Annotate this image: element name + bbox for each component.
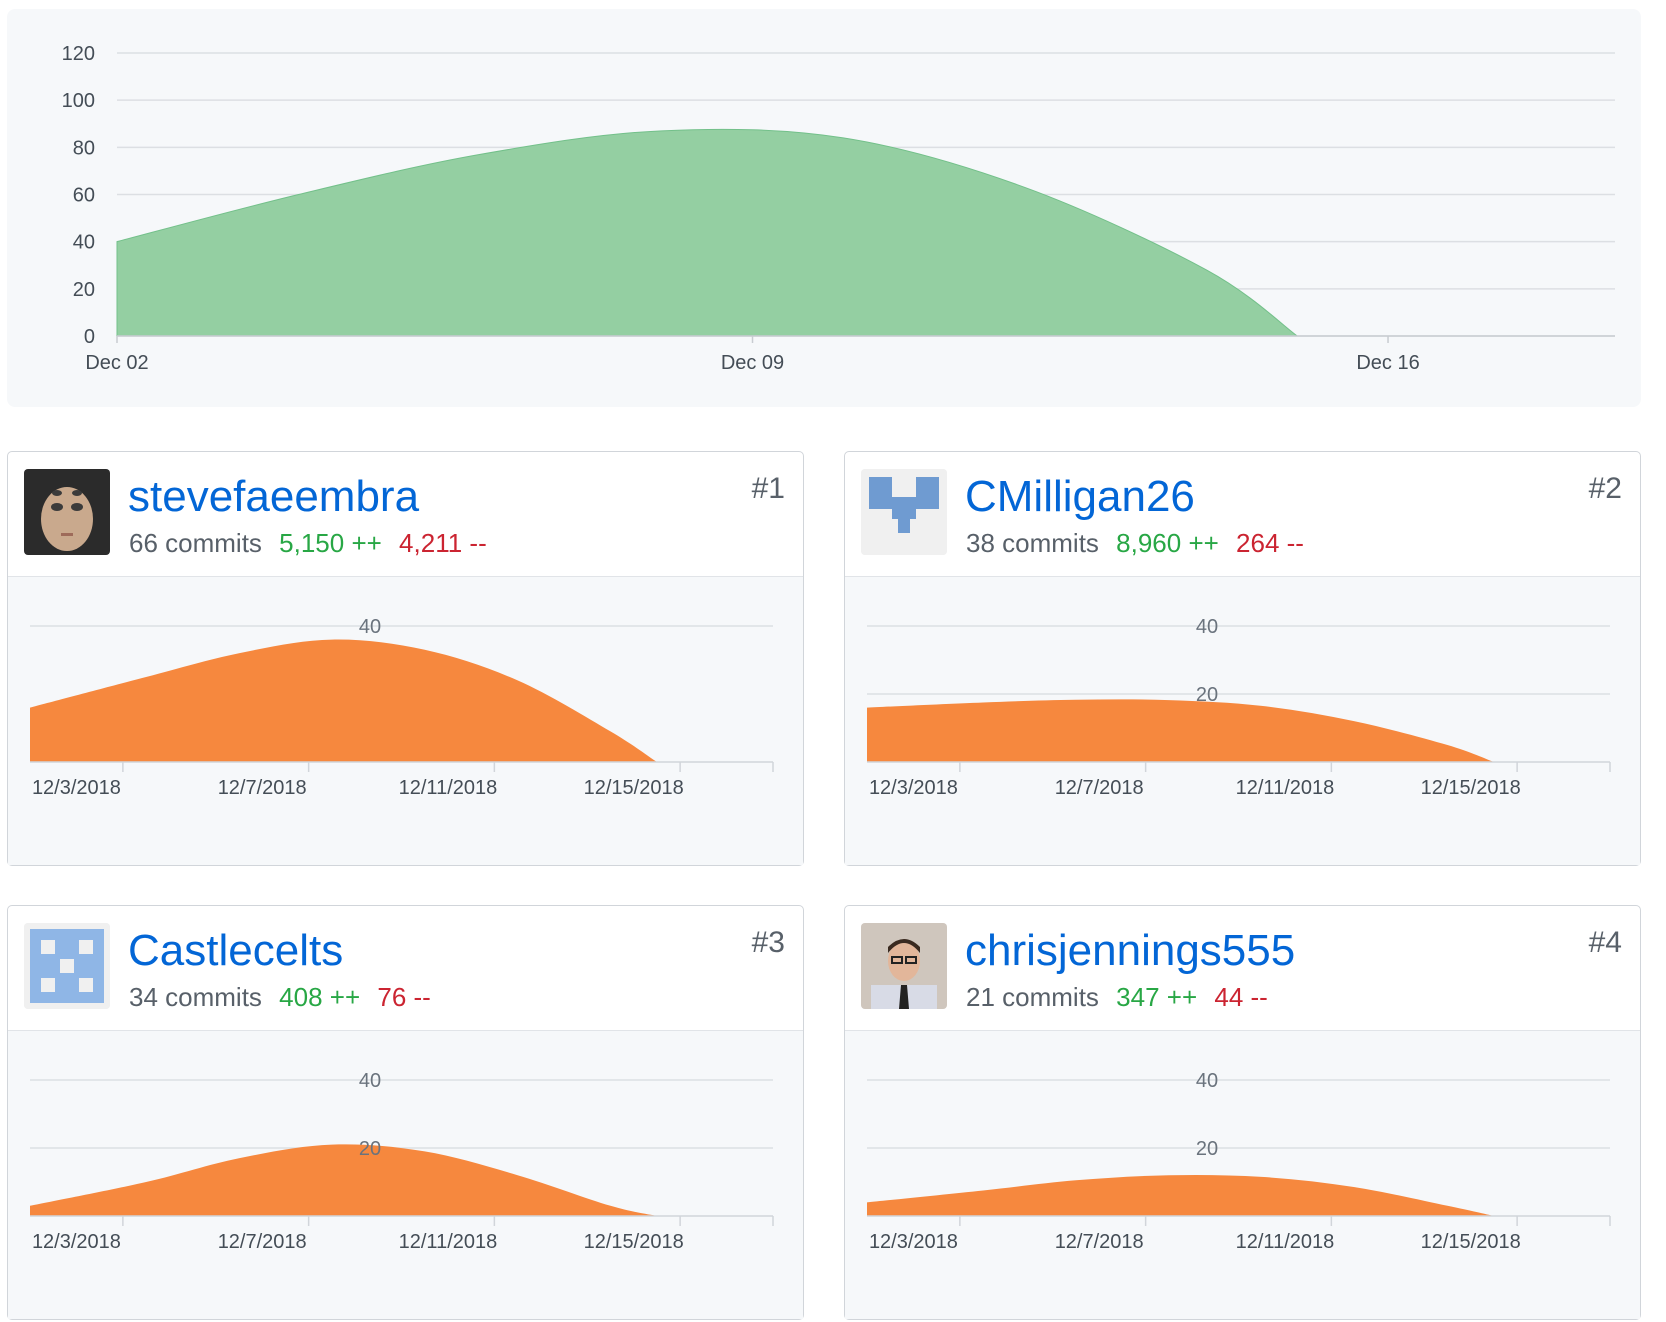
x-tick-label: 12/11/2018 bbox=[399, 1231, 498, 1253]
overview-chart-svg: 0 20 40 60 80 100 120 Dec 02 Dec 09 Dec 16 bbox=[62, 43, 1615, 374]
contributor-card-header: Castlecelts 34 commits 408 ++ 76 -- #3 bbox=[8, 906, 803, 1031]
contributor-username-link[interactable]: stevefaeembra bbox=[128, 472, 419, 522]
contributor-username-link[interactable]: CMilligan26 bbox=[965, 472, 1195, 522]
portrait-avatar-icon bbox=[861, 923, 947, 1009]
y-tick-label: 40 bbox=[1196, 1070, 1218, 1092]
area-series bbox=[867, 1174, 1494, 1216]
y-tick-label: 60 bbox=[73, 185, 95, 207]
contributor-chart: 20 40 12/3/2018 12/7/2018 12/11/2018 12/15/20… bbox=[845, 577, 1640, 865]
x-tick-label: 12/7/2018 bbox=[1055, 777, 1144, 799]
y-tick-label: 100 bbox=[62, 90, 95, 112]
deletions-count: 264 -- bbox=[1236, 528, 1304, 558]
contributor-rank: #1 bbox=[751, 472, 785, 505]
area-series bbox=[116, 128, 1299, 337]
commit-count[interactable]: 34 commits bbox=[129, 982, 262, 1012]
area-series bbox=[867, 699, 1494, 762]
contributor-card-4: chrisjennings555 21 commits 347 ++ 44 --… bbox=[844, 905, 1641, 1320]
x-tick-label: 12/3/2018 bbox=[869, 777, 958, 799]
x-tick-label: 12/7/2018 bbox=[218, 777, 307, 799]
contributor-card-1: stevefaeembra 66 commits 5,150 ++ 4,211 … bbox=[7, 451, 804, 866]
identicon-avatar-icon bbox=[861, 469, 947, 555]
x-tick-label: Dec 16 bbox=[1356, 352, 1419, 374]
additions-count: 408 ++ bbox=[279, 982, 361, 1012]
y-tick-label: 20 bbox=[359, 1138, 381, 1160]
avatar[interactable] bbox=[861, 469, 947, 555]
x-tick-label: 12/15/2018 bbox=[584, 1231, 684, 1253]
contributor-chart: 20 40 12/3/2018 12/7/2018 12/11/2018 12/15/20… bbox=[8, 1031, 803, 1319]
y-tick-label: 80 bbox=[73, 137, 95, 159]
portrait-avatar-icon bbox=[24, 469, 110, 555]
contributor-chart-svg: 40 12/3/2018 12/7/2018 12/11/2018 12/15/2018 bbox=[30, 616, 774, 799]
x-tick-label: 12/3/2018 bbox=[32, 1231, 121, 1253]
x-tick-label: 12/3/2018 bbox=[869, 1231, 958, 1253]
contributor-stats: 38 commits 8,960 ++ 264 -- bbox=[966, 526, 1304, 560]
y-tick-label: 20 bbox=[73, 279, 95, 301]
contributor-rank: #4 bbox=[1588, 926, 1622, 959]
commit-count[interactable]: 21 commits bbox=[966, 982, 1099, 1012]
contributor-chart-svg: 20 40 12/3/2018 12/7/2018 12/11/2018 12/15/20… bbox=[30, 1070, 774, 1253]
y-tick-label: 40 bbox=[73, 232, 95, 254]
x-tick-label: Dec 09 bbox=[721, 352, 784, 374]
y-tick-label: 0 bbox=[84, 326, 95, 348]
y-tick-label: 40 bbox=[1196, 616, 1218, 638]
x-tick-label: 12/15/2018 bbox=[1421, 1231, 1521, 1253]
contributor-card-header: chrisjennings555 21 commits 347 ++ 44 --… bbox=[845, 906, 1640, 1031]
contributor-card-header: stevefaeembra 66 commits 5,150 ++ 4,211 … bbox=[8, 452, 803, 577]
avatar[interactable] bbox=[24, 923, 110, 1009]
contributor-card-2: CMilligan26 38 commits 8,960 ++ 264 -- #… bbox=[844, 451, 1641, 866]
commit-count[interactable]: 66 commits bbox=[129, 528, 262, 558]
contributor-chart-svg: 20 40 12/3/2018 12/7/2018 12/11/2018 12/15/20… bbox=[867, 616, 1611, 799]
contributor-card-3: Castlecelts 34 commits 408 ++ 76 -- #3 2… bbox=[7, 905, 804, 1320]
area-series bbox=[30, 1144, 657, 1216]
x-tick-label: 12/11/2018 bbox=[399, 777, 498, 799]
commit-count[interactable]: 38 commits bbox=[966, 528, 1099, 558]
y-tick-label: 120 bbox=[62, 43, 95, 65]
contributor-rank: #3 bbox=[751, 926, 785, 959]
identicon-avatar-icon bbox=[24, 923, 110, 1009]
x-tick-label: 12/7/2018 bbox=[1055, 1231, 1144, 1253]
additions-count: 347 ++ bbox=[1116, 982, 1198, 1012]
additions-count: 5,150 ++ bbox=[279, 528, 382, 558]
deletions-count: 4,211 -- bbox=[399, 528, 487, 558]
x-tick-label: 12/15/2018 bbox=[1421, 777, 1521, 799]
y-tick-label: 40 bbox=[359, 616, 381, 638]
avatar[interactable] bbox=[861, 923, 947, 1009]
y-tick-label: 40 bbox=[359, 1070, 381, 1092]
contributor-username-link[interactable]: Castlecelts bbox=[128, 926, 343, 976]
area-series bbox=[30, 639, 657, 762]
contributor-rank: #2 bbox=[1588, 472, 1622, 505]
avatar[interactable] bbox=[24, 469, 110, 555]
contributor-chart-svg: 20 40 12/3/2018 12/7/2018 12/11/2018 12/15/20… bbox=[867, 1070, 1611, 1253]
contributor-username-link[interactable]: chrisjennings555 bbox=[965, 926, 1295, 976]
y-tick-label: 20 bbox=[1196, 1138, 1218, 1160]
contributor-chart: 20 40 12/3/2018 12/7/2018 12/11/2018 12/15/20… bbox=[845, 1031, 1640, 1319]
contributor-card-header: CMilligan26 38 commits 8,960 ++ 264 -- #… bbox=[845, 452, 1640, 577]
contributor-stats: 66 commits 5,150 ++ 4,211 -- bbox=[129, 526, 487, 560]
x-tick-label: 12/7/2018 bbox=[218, 1231, 307, 1253]
x-tick-label: 12/11/2018 bbox=[1236, 777, 1335, 799]
contributions-overview-chart: 0 20 40 60 80 100 120 Dec 02 Dec 09 Dec 16 bbox=[7, 9, 1641, 407]
contributor-stats: 34 commits 408 ++ 76 -- bbox=[129, 980, 431, 1014]
x-tick-label: 12/3/2018 bbox=[32, 777, 121, 799]
contributor-chart: 40 12/3/2018 12/7/2018 12/11/2018 12/15/2018 bbox=[8, 577, 803, 865]
x-tick-label: 12/15/2018 bbox=[584, 777, 684, 799]
deletions-count: 44 -- bbox=[1214, 982, 1268, 1012]
x-tick-label: 12/11/2018 bbox=[1236, 1231, 1335, 1253]
y-tick-label: 20 bbox=[1196, 684, 1218, 706]
deletions-count: 76 -- bbox=[377, 982, 431, 1012]
x-tick-label: Dec 02 bbox=[85, 352, 148, 374]
additions-count: 8,960 ++ bbox=[1116, 528, 1219, 558]
contributor-stats: 21 commits 347 ++ 44 -- bbox=[966, 980, 1268, 1014]
